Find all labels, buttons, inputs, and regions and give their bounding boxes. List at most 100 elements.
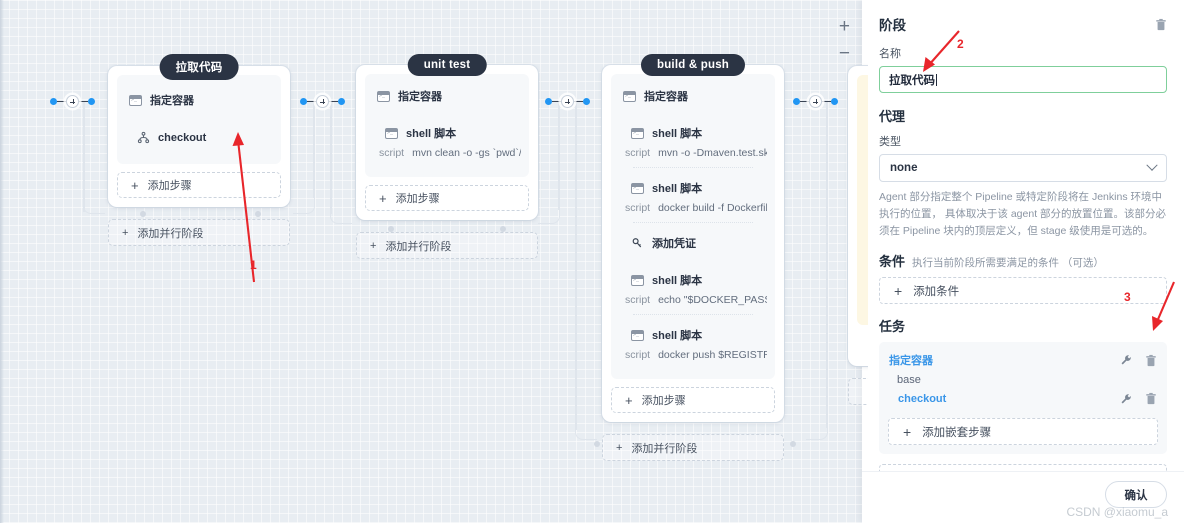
confirm-button[interactable]: 确认 (1105, 481, 1167, 508)
step-script: script docker build -f Dockerfile-o... (619, 200, 767, 220)
annotation-label-2: 2 (957, 37, 964, 51)
rail-elbow (575, 422, 597, 440)
stage-title[interactable]: unit test (407, 54, 487, 76)
wrench-icon[interactable] (1120, 393, 1132, 405)
stage-title[interactable]: build & push (640, 54, 746, 76)
trash-icon[interactable] (1155, 18, 1167, 31)
terminal-icon (385, 127, 398, 139)
stage-connector[interactable] (300, 95, 345, 108)
pipeline-canvas[interactable]: + − 拉取代码 >_ 指定容器 checkout + 添加步骤 + 添加并行阶… (0, 0, 868, 523)
stage-column-4-occluded (848, 54, 868, 405)
trash-icon[interactable] (1145, 392, 1157, 405)
annotation-arrow-1 (232, 132, 256, 283)
terminal-icon (631, 274, 644, 286)
step-item[interactable]: shell 脚本 (619, 323, 767, 347)
rail-elbow (330, 206, 352, 224)
type-field-label: 类型 (879, 136, 901, 148)
step-label: shell 脚本 (652, 183, 703, 195)
step-item[interactable]: 指定容器 (373, 84, 521, 108)
divider (633, 314, 753, 315)
stage-connector[interactable] (50, 95, 95, 108)
trash-icon[interactable] (1145, 354, 1157, 367)
rail-dot (594, 441, 600, 447)
task-name[interactable]: checkout (889, 393, 946, 405)
step-item[interactable]: shell 脚本 (619, 268, 767, 292)
stage-card[interactable] (848, 66, 868, 366)
rail-elbow (83, 196, 105, 214)
add-nested-step-button[interactable]: + 添加嵌套步骤 (888, 418, 1158, 445)
add-step-label: 添加步骤 (395, 193, 440, 205)
stage-column-2: unit test 指定容器 shell 脚本 script mvn clean … (356, 54, 538, 259)
add-parallel-stage-button[interactable]: + 添加并行阶段 (356, 232, 538, 259)
step-label: shell 脚本 (406, 128, 457, 140)
step-item[interactable]: shell 脚本 (373, 121, 521, 145)
plus-icon: + (625, 392, 633, 408)
divider (633, 167, 753, 168)
agent-type-select[interactable]: none (879, 154, 1167, 182)
task-row[interactable]: 指定容器 (888, 349, 1158, 371)
terminal-icon (623, 90, 636, 102)
agent-section-heading: 代理 (879, 109, 906, 124)
terminal-icon (631, 329, 644, 341)
annotation-label-1: 1 (250, 258, 257, 272)
terminal-icon (631, 127, 644, 139)
terminal-icon (631, 182, 644, 194)
stage-detail-panel: 阶段 名称 拉取代码 代理 类型 none Agent 部分指定整个 Pipel… (862, 0, 1184, 523)
task-row[interactable]: checkout (888, 389, 1158, 408)
add-parallel-stage-button[interactable] (848, 378, 868, 405)
stage-column-3: build & push 指定容器 shell 脚本 script mvn -o … (602, 54, 784, 461)
connector-bar (800, 100, 809, 103)
plus-icon: + (122, 226, 129, 239)
step-item[interactable]: shell 脚本 (619, 176, 767, 200)
add-parallel-stage-button[interactable]: + 添加并行阶段 (602, 434, 784, 461)
zoom-in-icon[interactable]: + (839, 17, 850, 36)
add-stage-icon[interactable] (809, 95, 822, 108)
step-item[interactable]: shell 脚本 (619, 121, 767, 145)
script-value: docker build -f Dockerfile-o... (658, 202, 767, 214)
step-label: checkout (158, 131, 207, 144)
add-stage-icon[interactable] (66, 95, 79, 108)
add-step-button[interactable]: + 添加步骤 (879, 464, 1167, 471)
step-item[interactable]: 指定容器 (619, 84, 767, 108)
script-value: mvn -o -Dmaven.test.skip=t... (658, 147, 767, 159)
stage-connector[interactable] (545, 95, 590, 108)
stage-connector[interactable] (793, 95, 838, 108)
add-step-label: 添加步骤 (147, 180, 192, 192)
add-parallel-label: 添加并行阶段 (137, 227, 204, 240)
script-prefix: script (625, 349, 651, 361)
add-stage-icon[interactable] (316, 95, 329, 108)
plus-icon: + (370, 239, 377, 252)
agent-help-text: Agent 部分指定整个 Pipeline 或特定阶段将在 Jenkins 环境… (879, 191, 1167, 237)
connector-dot (88, 98, 95, 105)
rail (575, 102, 577, 430)
add-step-button[interactable]: + 添加步骤 (365, 185, 529, 211)
step-item[interactable]: 添加凭证 (619, 231, 767, 255)
divider (633, 222, 753, 223)
add-stage-icon[interactable] (561, 95, 574, 108)
add-nested-step-label: 添加嵌套步骤 (922, 426, 992, 439)
add-step-button[interactable]: + 添加步骤 (611, 387, 775, 413)
rail-elbow (293, 196, 315, 214)
step-label: 指定容器 (398, 91, 442, 103)
step-script: script mvn -o -Dmaven.test.skip=t... (619, 145, 767, 165)
panel-title: 阶段 (879, 18, 906, 33)
panel-footer: 确认 (862, 471, 1184, 523)
stage-card[interactable]: 指定容器 shell 脚本 script mvn -o -Dmaven.test.… (602, 65, 784, 422)
task-list: 指定容器 base checkout + 添加嵌套步骤 (879, 342, 1167, 454)
plus-icon: + (379, 190, 387, 206)
terminal-icon (129, 94, 142, 106)
task-name[interactable]: 指定容器 (889, 352, 933, 368)
wrench-icon[interactable] (1120, 354, 1132, 366)
rail (313, 102, 315, 198)
connector-bar (307, 100, 316, 103)
condition-subtext: 执行当前阶段所需要满足的条件 （可选） (912, 257, 1104, 269)
stage-card[interactable]: 指定容器 shell 脚本 script mvn clean -o -gs `pw… (356, 65, 538, 220)
annotation-label-3: 3 (1124, 290, 1131, 304)
plus-icon: + (131, 177, 139, 193)
stage-title[interactable]: 拉取代码 (159, 54, 239, 80)
step-item[interactable]: 指定容器 (125, 88, 273, 112)
task-actions (1120, 392, 1157, 405)
add-parallel-label: 添加并行阶段 (385, 240, 452, 253)
connector-dot (338, 98, 345, 105)
connector-bar (822, 100, 831, 103)
